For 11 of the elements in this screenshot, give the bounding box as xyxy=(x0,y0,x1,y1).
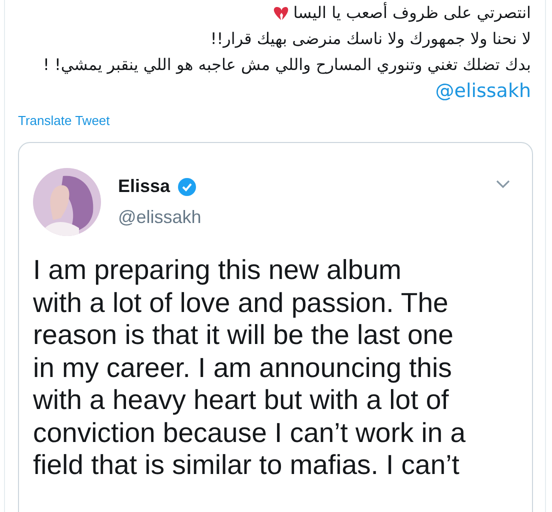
tweet-text-line: انتصرتي على ظروف أصعب يا اليسا xyxy=(273,0,531,26)
quoted-tweet-card[interactable] xyxy=(18,142,533,512)
tweet-text-line: بدك تضلك تغني وتنوري المسارح واللي مش عاجبه هو اللي ينقبر يمشي! ! xyxy=(42,54,531,76)
mention-link[interactable]: @elissakh xyxy=(435,78,531,105)
author-name[interactable]: Elissa xyxy=(118,176,170,197)
author-handle[interactable]: @elissakh xyxy=(118,207,202,228)
broken-heart-icon xyxy=(273,6,290,22)
tweet-text-line: لا نحنا ولا جمهورك ولا ناسك منرضى بهيك قرار!! xyxy=(210,28,531,50)
translate-link[interactable]: Translate Tweet xyxy=(18,113,110,128)
quoted-tweet-text: I am preparing this new album with a lot of love and passion. The reason is that it will be the last one in my career. I am announcing this with a heavy heart but with a lot of conviction because I can’t work in a field that is similar to mafias. I can’t xyxy=(33,254,467,482)
chevron-down-icon[interactable] xyxy=(496,180,510,189)
